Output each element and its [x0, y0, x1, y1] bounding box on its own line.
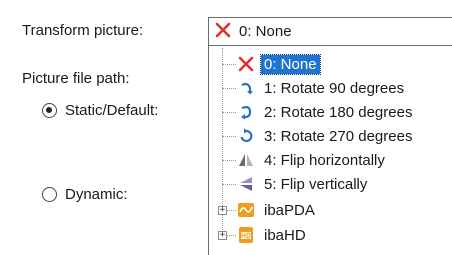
- rotate-180-icon: [235, 101, 257, 123]
- rotate-90-icon: [235, 77, 257, 99]
- tree-line: [222, 136, 236, 137]
- ibapda-icon: [235, 199, 257, 221]
- transform-picture-label: Transform picture:: [22, 22, 144, 39]
- tree-line: [222, 184, 236, 185]
- transform-dropdown-list[interactable]: 0: None 1: Rotate 90 degrees 2: Rotate 1…: [208, 46, 452, 255]
- tree-item-rotate-270[interactable]: 3: Rotate 270 degrees: [235, 125, 415, 147]
- transform-picture-combobox[interactable]: 0: None: [208, 17, 452, 46]
- tree-item-rotate-180[interactable]: 2: Rotate 180 degrees: [235, 101, 415, 123]
- ibahd-icon: [235, 224, 257, 246]
- tree-item-label: 3: Rotate 270 degrees: [264, 127, 413, 145]
- tree-item-label: 2: Rotate 180 degrees: [264, 103, 413, 121]
- tree-item-none[interactable]: 0: None: [235, 53, 321, 75]
- tree-line: [222, 112, 236, 113]
- tree-item-flip-vertical[interactable]: 5: Flip vertically: [235, 173, 370, 195]
- tree-item-label: 0: None: [260, 53, 321, 75]
- dynamic-label: Dynamic:: [65, 186, 128, 203]
- tree-line: [222, 64, 236, 65]
- tree-line: [222, 88, 236, 89]
- static-default-label: Static/Default:: [65, 102, 159, 119]
- expand-ibapda-toggle[interactable]: +: [218, 206, 227, 215]
- tree-item-label: 5: Flip vertically: [264, 175, 368, 193]
- radio-button-checked[interactable]: [42, 103, 57, 118]
- tree-group-ibahd[interactable]: ibaHD: [235, 224, 309, 246]
- tree-item-label: 4: Flip horizontally: [264, 151, 385, 169]
- combobox-value: 0: None: [239, 23, 292, 40]
- rotate-270-icon: [235, 125, 257, 147]
- flip-vertical-icon: [235, 173, 257, 195]
- radio-button-unchecked[interactable]: [42, 187, 57, 202]
- tree-item-rotate-90[interactable]: 1: Rotate 90 degrees: [235, 77, 407, 99]
- picture-file-path-label: Picture file path:: [22, 70, 130, 87]
- tree-item-flip-horizontal[interactable]: 4: Flip horizontally: [235, 149, 388, 171]
- dynamic-radio[interactable]: Dynamic:: [42, 186, 128, 203]
- expand-ibahd-toggle[interactable]: +: [218, 231, 227, 240]
- tree-group-ibapda[interactable]: ibaPDA: [235, 199, 318, 221]
- red-x-icon: [235, 53, 257, 75]
- tree-line: [222, 160, 236, 161]
- flip-horizontal-icon: [235, 149, 257, 171]
- red-x-icon: [215, 22, 231, 42]
- static-default-radio[interactable]: Static/Default:: [42, 102, 158, 119]
- tree-item-label: 1: Rotate 90 degrees: [264, 79, 405, 97]
- tree-group-label: ibaPDA: [264, 201, 315, 219]
- tree-group-label: ibaHD: [264, 226, 306, 244]
